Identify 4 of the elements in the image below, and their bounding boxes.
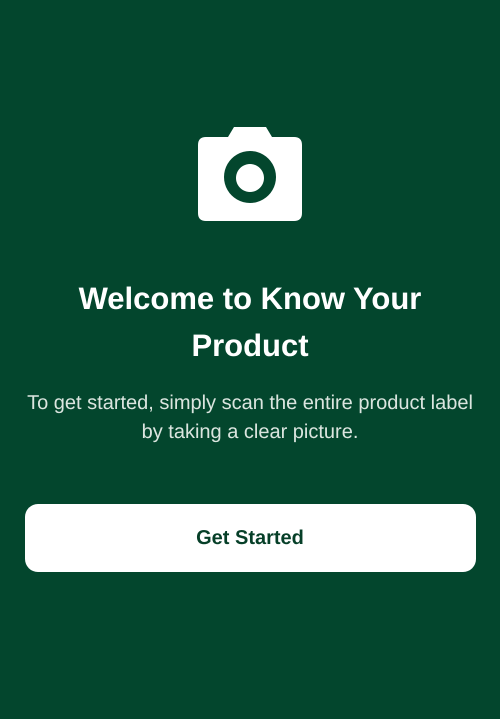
camera-icon bbox=[198, 127, 302, 221]
get-started-button[interactable]: Get Started bbox=[24, 504, 476, 572]
description-text: To get started, simply scan the entire product label by taking a clear picture. bbox=[26, 391, 474, 445]
welcome-title: Welcome to Know Your Product bbox=[78, 280, 422, 365]
